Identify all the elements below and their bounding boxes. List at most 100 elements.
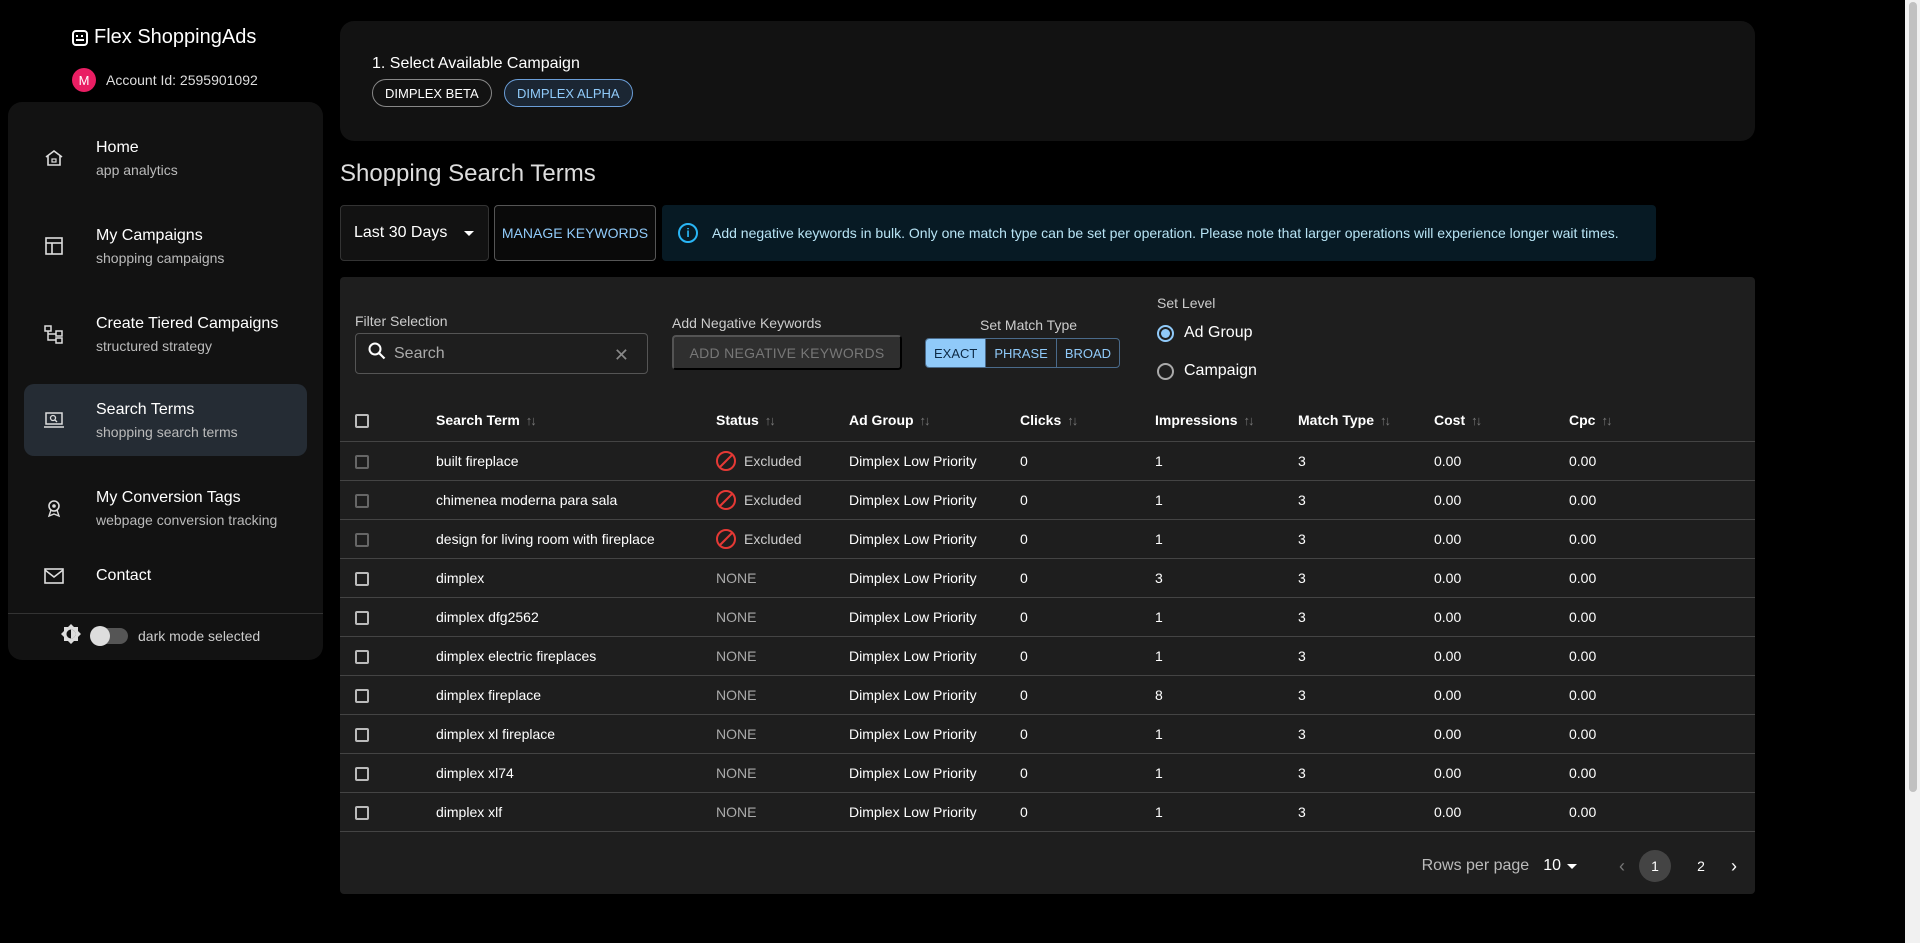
set-level-label: Set Level [1157, 295, 1216, 311]
match-type-broad[interactable]: BROAD [1057, 339, 1119, 367]
rows-per-page-select[interactable]: 10 [1543, 857, 1577, 875]
row-checkbox[interactable] [355, 649, 369, 664]
sidebar-item-title: My Conversion Tags [96, 488, 241, 506]
row-select-cell [340, 792, 436, 832]
cell-cost: 0.00 [1434, 675, 1569, 715]
table-row[interactable]: built fireplace Excluded Dimplex Low Prior… [340, 441, 1755, 481]
cell-match-type: 3 [1298, 714, 1434, 754]
account-id: Account Id: 2595901092 [106, 72, 258, 88]
radio-campaign[interactable] [1157, 362, 1174, 380]
row-checkbox[interactable] [355, 454, 369, 469]
search-field: ✕ [355, 333, 648, 374]
cell-status: Excluded [716, 519, 849, 559]
level-campaign-label: Campaign [1184, 362, 1257, 379]
campaign-selector-card: 1. Select Available Campaign DIMPLEX BET… [340, 21, 1755, 141]
alert-text: Add negative keywords in bulk. Only one … [712, 225, 1619, 241]
table-row[interactable]: dimplex xl fireplace NONE Dimplex Low Prio… [340, 714, 1755, 754]
page-scrollbar[interactable] [1905, 0, 1920, 943]
cell-status: NONE [716, 714, 849, 754]
row-checkbox[interactable] [355, 727, 369, 742]
sidebar-item-subtitle: app analytics [96, 161, 178, 178]
table-row[interactable]: dimplex xlf NONE Dimplex Low Priority 0 1 3 0.… [340, 792, 1755, 832]
dark-mode-toggle[interactable] [90, 625, 128, 646]
match-type-exact[interactable]: EXACT [926, 339, 987, 367]
table-row[interactable]: design for living room with fireplace Exc… [340, 519, 1755, 559]
sidebar-item-tiered[interactable]: Create Tiered Campaigns structured strat… [24, 298, 307, 370]
mail-icon [42, 564, 66, 588]
column-header-cpc[interactable]: Cpc ↑↓ [1569, 399, 1755, 442]
cell-ad-group: Dimplex Low Priority [849, 480, 1020, 520]
search-input[interactable] [394, 344, 594, 363]
cell-search-term: built fireplace [436, 441, 716, 481]
cell-cpc: 0.00 [1569, 519, 1755, 559]
match-type-phrase[interactable]: PHRASE [986, 339, 1057, 367]
cell-search-term: dimplex xl fireplace [436, 714, 716, 754]
select-all-checkbox[interactable] [355, 413, 369, 428]
sort-icon: ↑↓ [525, 412, 537, 428]
sidebar-item-home[interactable]: Home app analytics [24, 122, 307, 194]
cell-search-term: chimenea moderna para sala [436, 480, 716, 520]
add-negative-keywords-button[interactable]: ADD NEGATIVE KEYWORDS [672, 335, 902, 370]
table-row[interactable]: chimenea moderna para sala Excluded Dimple… [340, 480, 1755, 520]
row-checkbox[interactable] [355, 493, 369, 508]
sidebar-item-conversion-tags[interactable]: My Conversion Tags webpage conversion tr… [24, 472, 307, 544]
row-checkbox[interactable] [355, 805, 369, 820]
column-header-clicks[interactable]: Clicks ↑↓ [1020, 399, 1155, 442]
avatar[interactable]: M [72, 68, 96, 92]
row-checkbox[interactable] [355, 532, 369, 547]
level-campaign[interactable]: Campaign [1157, 362, 1257, 380]
column-header-status[interactable]: Status ↑↓ [716, 399, 849, 442]
table-row[interactable]: dimplex electric fireplaces NONE Dimplex L… [340, 636, 1755, 676]
column-header-match-type[interactable]: Match Type ↑↓ [1298, 399, 1434, 442]
row-checkbox[interactable] [355, 766, 369, 781]
brightness-icon [60, 623, 82, 648]
sidebar-item-campaigns[interactable]: My Campaigns shopping campaigns [24, 210, 307, 282]
row-checkbox[interactable] [355, 610, 369, 625]
clear-icon[interactable]: ✕ [614, 345, 629, 366]
scrollbar-thumb[interactable] [1909, 2, 1917, 792]
status-none: NONE [716, 569, 757, 586]
page-title: Shopping Search Terms [340, 160, 596, 187]
column-header-impressions[interactable]: Impressions ↑↓ [1155, 399, 1298, 442]
page-button-2[interactable]: 2 [1685, 850, 1717, 882]
table-row[interactable]: dimplex NONE Dimplex Low Priority 0 3 3 0.00 0.… [340, 558, 1755, 598]
sidebar-item-search-terms[interactable]: Search Terms shopping search terms [24, 384, 307, 456]
sidebar-item-title: My Campaigns [96, 226, 203, 244]
prev-page-icon[interactable]: ‹ [1619, 856, 1625, 877]
row-select-cell [340, 519, 436, 559]
column-header-ad-group[interactable]: Ad Group ↑↓ [849, 399, 1020, 442]
cell-clicks: 0 [1020, 519, 1155, 559]
caret-down-icon [1567, 863, 1577, 869]
cell-clicks: 0 [1020, 792, 1155, 832]
row-select-cell [340, 714, 436, 754]
info-alert: i Add negative keywords in bulk. Only on… [662, 205, 1656, 261]
column-header-search-term[interactable]: Search Term ↑↓ [436, 399, 716, 442]
info-icon: i [678, 223, 698, 243]
table-row[interactable]: dimplex fireplace NONE Dimplex Low Priorit… [340, 675, 1755, 715]
date-range-value: Last 30 Days [354, 224, 448, 241]
row-checkbox[interactable] [355, 571, 369, 586]
column-header-cost[interactable]: Cost ↑↓ [1434, 399, 1569, 442]
row-select-cell [340, 753, 436, 793]
tiered-icon [42, 322, 66, 346]
campaign-chip-beta[interactable]: DIMPLEX BETA [372, 79, 492, 107]
cell-cost: 0.00 [1434, 636, 1569, 676]
row-checkbox[interactable] [355, 688, 369, 703]
campaign-chip-alpha[interactable]: DIMPLEX ALPHA [504, 79, 633, 107]
cell-cost: 0.00 [1434, 792, 1569, 832]
date-range-select[interactable]: Last 30 Days [340, 205, 489, 261]
table-row[interactable]: dimplex xl74 NONE Dimplex Low Priority 0 1 3 0… [340, 753, 1755, 793]
sidebar-item-contact[interactable]: Contact [24, 546, 307, 606]
app-title: Flex ShoppingAds [94, 26, 257, 48]
cell-cost: 0.00 [1434, 597, 1569, 637]
campaign-selector-label: 1. Select Available Campaign [372, 55, 580, 72]
level-ad-group[interactable]: Ad Group [1157, 324, 1252, 342]
page-button-1[interactable]: 1 [1639, 850, 1671, 882]
manage-keywords-button[interactable]: MANAGE KEYWORDS [494, 205, 656, 261]
row-select-cell [340, 480, 436, 520]
cell-cpc: 0.00 [1569, 792, 1755, 832]
radio-ad-group[interactable] [1157, 324, 1174, 342]
cell-match-type: 3 [1298, 636, 1434, 676]
table-row[interactable]: dimplex dfg2562 NONE Dimplex Low Priority 0… [340, 597, 1755, 637]
next-page-icon[interactable]: › [1731, 856, 1737, 877]
